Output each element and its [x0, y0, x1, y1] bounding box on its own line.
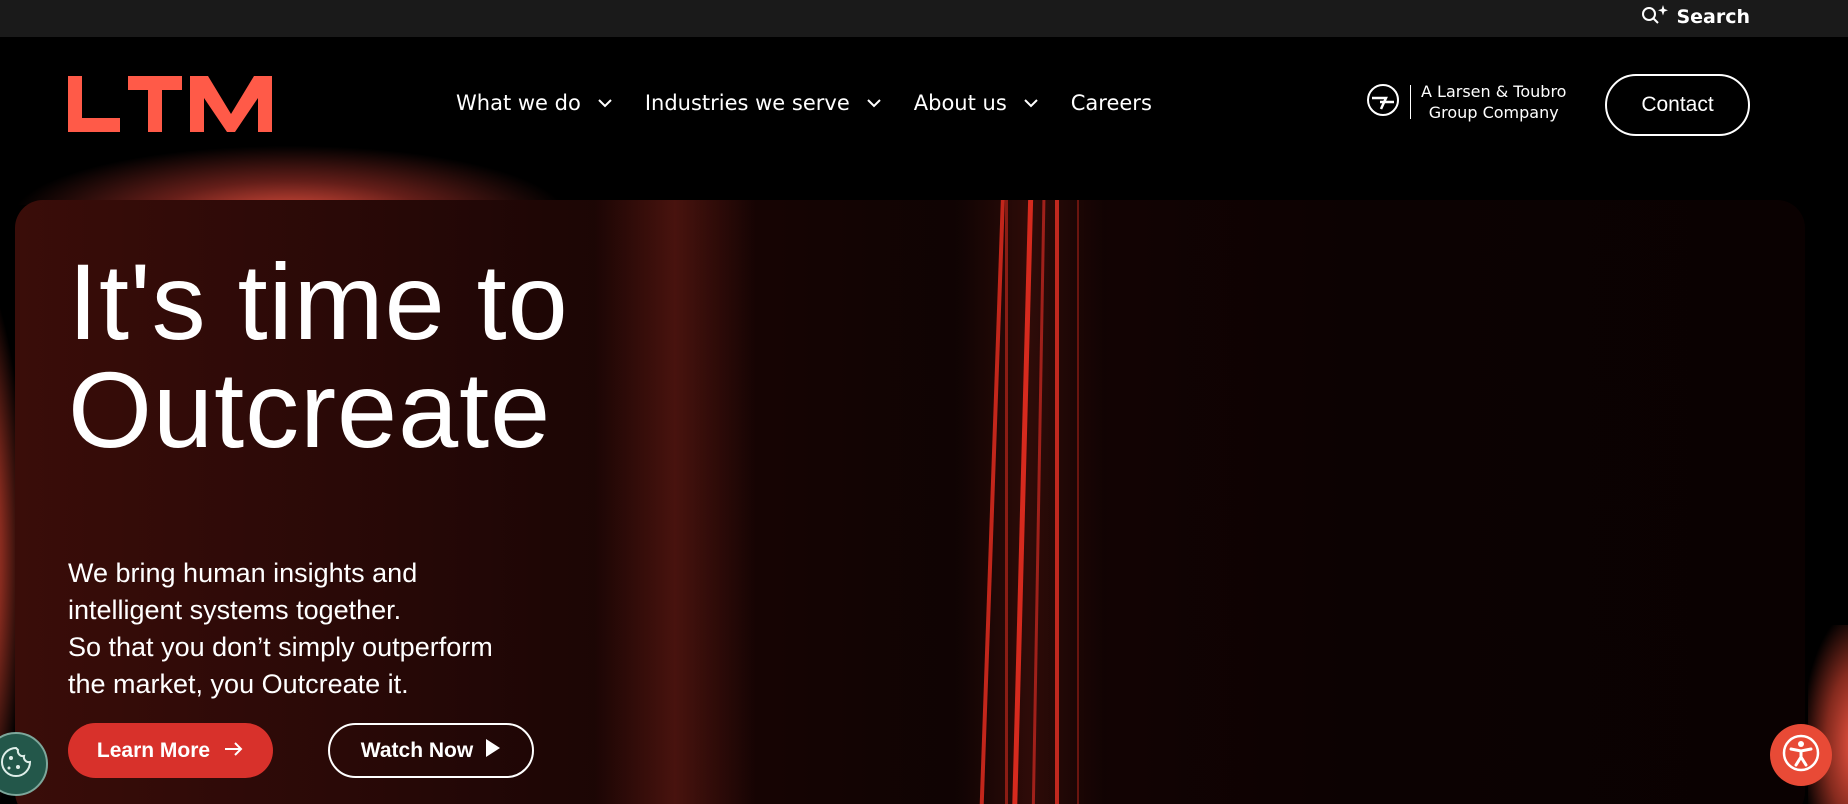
hero-headline: It's time to Outcreate [68, 248, 569, 464]
watch-now-label: Watch Now [360, 738, 474, 762]
search-label: Search [1676, 6, 1750, 28]
light-streak [1055, 200, 1059, 804]
nav-label: About us [913, 91, 1007, 115]
group-company-text: A Larsen & Toubro Group Company [1421, 81, 1566, 123]
nav-label: Industries we serve [644, 91, 850, 115]
hero-subtitle: We bring human insights and intelligent … [68, 555, 588, 703]
nav-item-industries[interactable]: Industries we serve [645, 91, 914, 115]
nav-label: Careers [1070, 91, 1152, 115]
top-utility-bar: Search [0, 0, 1848, 37]
light-streak [1077, 200, 1079, 804]
hero-subtitle-line: So that you don’t simply outperform [68, 632, 493, 662]
play-icon [485, 738, 501, 764]
larsen-toubro-badge[interactable]: A Larsen & Toubro Group Company [1366, 81, 1566, 123]
group-badge-line2: Group Company [1428, 103, 1559, 122]
contact-button[interactable]: Contact [1605, 74, 1750, 136]
primary-nav: What we do Industries we serve About us … [456, 91, 1152, 115]
hero-subtitle-line: We bring human insights and [68, 558, 418, 588]
hero-subtitle-line: the market, you Outcreate it. [68, 669, 409, 699]
watch-now-button[interactable]: Watch Now [328, 723, 534, 778]
lt-logo-icon [1366, 83, 1400, 121]
arrow-right-icon [224, 739, 244, 763]
cookie-icon [0, 742, 36, 786]
chevron-down-icon [866, 98, 882, 108]
hero-glow [595, 200, 755, 804]
particle-cloud-top [10, 145, 570, 205]
nav-item-about-us[interactable]: About us [914, 91, 1071, 115]
nav-label: What we do [456, 91, 581, 115]
hero-headline-line1: It's time to [68, 241, 569, 362]
nav-item-careers[interactable]: Careers [1071, 91, 1152, 115]
learn-more-label: Learn More [96, 738, 211, 762]
accessibility-button[interactable] [1770, 724, 1832, 786]
light-streak [1005, 200, 1008, 804]
divider [1410, 85, 1411, 119]
search-button[interactable]: Search [1640, 4, 1750, 30]
learn-more-button[interactable]: Learn More [68, 723, 273, 778]
nav-item-what-we-do[interactable]: What we do [456, 91, 645, 115]
main-header: What we do Industries we serve About us … [0, 37, 1848, 145]
chevron-down-icon [597, 98, 613, 108]
hero-headline-line2: Outcreate [68, 349, 552, 470]
ltm-logo[interactable] [68, 76, 272, 136]
group-badge-line1: A Larsen & Toubro [1421, 82, 1567, 101]
sparkle-search-icon [1640, 4, 1670, 30]
chevron-down-icon [1023, 98, 1039, 108]
hero-subtitle-line: intelligent systems together. [68, 595, 402, 625]
accessibility-icon [1781, 733, 1821, 777]
